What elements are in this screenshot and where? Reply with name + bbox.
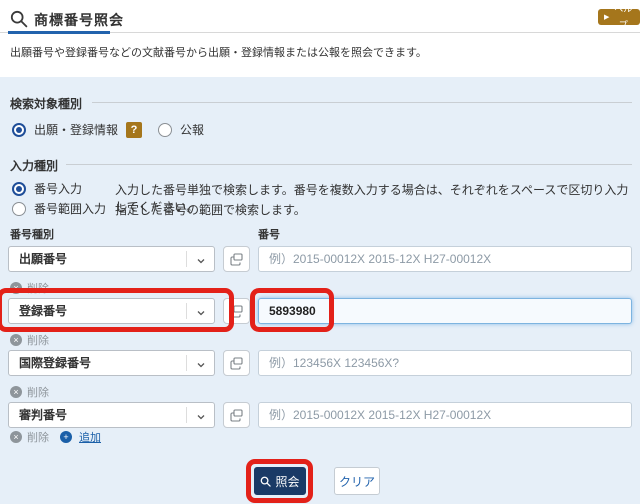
delete-circle-icon[interactable]: ×	[10, 386, 22, 398]
help-arrow-icon: ▶	[604, 13, 610, 21]
delete-link-label[interactable]: 削除	[27, 280, 49, 296]
delete-link-label[interactable]: 削除	[27, 429, 49, 445]
inquiry-submit-button[interactable]: 照会	[254, 467, 306, 495]
question-help-icon[interactable]: ?	[126, 121, 143, 138]
help-button[interactable]: ▶ ヘルプ	[598, 4, 640, 30]
clear-button-label: クリア	[338, 474, 375, 489]
title-accent-underline	[8, 31, 110, 34]
delete-link-row: × 削除	[10, 332, 49, 348]
select-separator	[186, 251, 187, 267]
inquiry-button-label: 照会	[275, 474, 300, 489]
radio-label-number-range-input: 番号範囲入力	[34, 202, 107, 216]
number-row-international: 国際登録番号	[0, 350, 640, 376]
select-separator	[186, 407, 187, 423]
radio-label-number-input: 番号入力	[34, 182, 83, 196]
copy-row-button[interactable]	[223, 350, 250, 376]
input-type-option-number: 番号入力	[12, 180, 82, 197]
number-type-select-registration[interactable]: 登録番号	[8, 298, 215, 324]
delete-link-row: × 削除	[10, 280, 49, 296]
section-label-search-target: 検索対象種別	[10, 97, 83, 111]
delete-link-label[interactable]: 削除	[27, 332, 49, 348]
page-title: 商標番号照会	[34, 12, 124, 28]
copy-row-button[interactable]	[223, 402, 250, 428]
delete-circle-icon[interactable]: ×	[10, 334, 22, 346]
section-divider	[66, 164, 632, 165]
copy-row-button[interactable]	[223, 246, 250, 272]
radio-number-input[interactable]	[12, 181, 26, 196]
number-row-application: 出願番号	[0, 246, 640, 272]
radio-number-range-input[interactable]	[12, 201, 26, 216]
number-row-registration: 登録番号	[0, 298, 640, 324]
number-input-international[interactable]	[258, 350, 632, 376]
chevron-down-icon	[197, 415, 205, 420]
radio-application-registration-info[interactable]	[12, 122, 26, 137]
column-header-number: 番号	[258, 229, 280, 241]
number-row-appeal: 審判番号	[0, 402, 640, 428]
copy-icon	[230, 408, 243, 422]
add-row-link[interactable]: + 追加	[60, 429, 101, 445]
number-type-select-international[interactable]: 国際登録番号	[8, 350, 215, 376]
radio-label-gazette: 公報	[180, 123, 205, 137]
delete-circle-icon[interactable]: ×	[10, 431, 22, 443]
chevron-down-icon	[197, 311, 205, 316]
section-label-input-type: 入力種別	[10, 159, 59, 173]
chevron-down-icon	[197, 259, 205, 264]
delete-add-link-row: × 削除 + 追加	[10, 429, 101, 445]
delete-link-row: × 削除	[10, 384, 49, 400]
add-link-label: 追加	[79, 432, 101, 444]
number-input-application[interactable]	[258, 246, 632, 272]
copy-row-button[interactable]	[223, 298, 250, 324]
add-circle-icon: +	[60, 431, 72, 443]
copy-icon	[230, 252, 243, 266]
radio-label-application-registration-info: 出願・登録情報	[34, 123, 119, 137]
copy-icon	[230, 304, 243, 318]
delete-circle-icon[interactable]: ×	[10, 282, 22, 294]
selected-number-type: 登録番号	[19, 304, 68, 318]
number-range-description: 指定した番号の範囲で検索します。	[115, 203, 306, 217]
help-button-label: ヘルプ	[614, 4, 633, 30]
chevron-down-icon	[197, 363, 205, 368]
trademark-number-inquiry-page: 商標番号照会 ▶ ヘルプ 出願番号や登録番号などの文献番号から出願・登録情報また…	[0, 0, 640, 504]
search-icon	[10, 10, 28, 28]
delete-link-label[interactable]: 削除	[27, 384, 49, 400]
selected-number-type: 審判番号	[19, 408, 68, 422]
copy-icon	[230, 356, 243, 370]
input-type-option-range: 番号範囲入力	[12, 200, 106, 217]
number-type-select-appeal[interactable]: 審判番号	[8, 402, 215, 428]
page-description: 出願番号や登録番号などの文献番号から出願・登録情報または公報を照会できます。	[10, 47, 427, 59]
number-type-select-application[interactable]: 出願番号	[8, 246, 215, 272]
number-input-appeal[interactable]	[258, 402, 632, 428]
search-target-options: 出願・登録情報 ? 公報	[12, 121, 204, 138]
selected-number-type: 国際登録番号	[19, 356, 92, 370]
section-divider	[92, 102, 632, 103]
clear-button[interactable]: クリア	[334, 467, 380, 495]
select-separator	[186, 355, 187, 371]
selected-number-type: 出願番号	[19, 252, 68, 266]
number-input-registration[interactable]	[258, 298, 632, 324]
select-separator	[186, 303, 187, 319]
radio-gazette[interactable]	[158, 122, 173, 137]
column-header-number-type: 番号種別	[10, 229, 54, 241]
search-icon	[261, 476, 272, 487]
